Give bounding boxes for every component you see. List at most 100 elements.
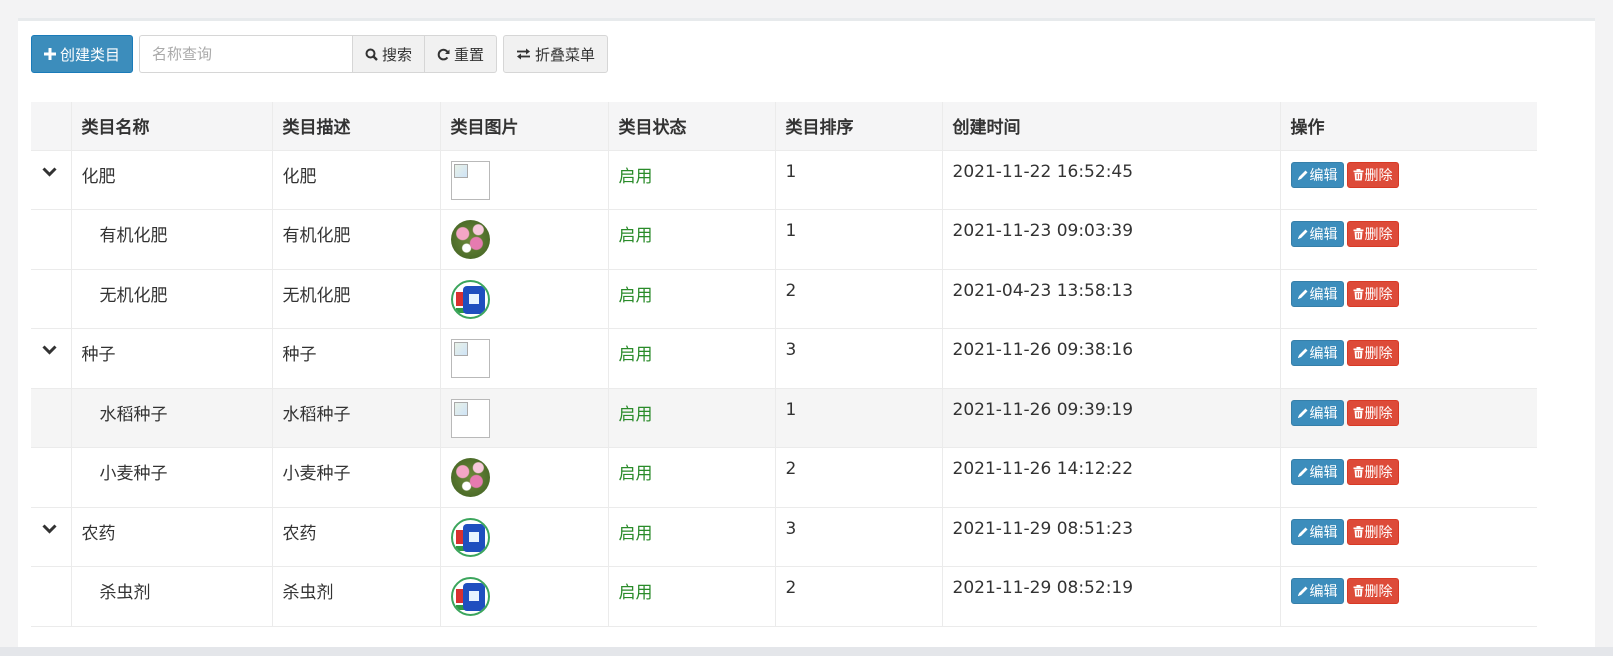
category-name: 农药	[81, 523, 116, 544]
delete-button[interactable]: 删除	[1346, 399, 1399, 426]
table-row[interactable]: 杀虫剂 杀虫剂 启用 2 2021-11-29 08:52:19 编辑 删除	[31, 566, 1537, 627]
search-button[interactable]: 搜索	[352, 35, 426, 73]
edit-button[interactable]: 编辑	[1290, 221, 1344, 247]
status-badge: 启用	[618, 285, 653, 306]
broken-image-icon[interactable]	[450, 339, 490, 378]
cell-description: 化肥	[272, 150, 441, 210]
category-image-product[interactable]	[450, 577, 490, 616]
expand-cell	[31, 566, 72, 627]
create-category-button[interactable]: 创建类目	[31, 35, 134, 73]
search-icon	[365, 48, 378, 61]
broken-image-icon[interactable]	[450, 398, 490, 438]
delete-button[interactable]: 删除	[1346, 578, 1399, 604]
trash-icon	[1353, 168, 1363, 180]
cell-sort: 2	[775, 566, 943, 627]
delete-button[interactable]: 删除	[1346, 161, 1399, 188]
table-row[interactable]: 化肥 化肥 启用 1 2021-11-22 16:52:45 编辑 删除	[31, 150, 1537, 210]
category-image-flower[interactable]	[450, 220, 490, 259]
edit-label: 编辑	[1309, 405, 1338, 422]
status-badge: 启用	[618, 226, 653, 246]
category-image-flower[interactable]	[450, 458, 490, 497]
pencil-icon	[1297, 348, 1307, 358]
chevron-down-icon[interactable]	[42, 519, 57, 539]
expand-cell[interactable]	[31, 507, 72, 567]
trash-icon	[1353, 287, 1363, 299]
expand-cell[interactable]	[31, 150, 72, 210]
edit-label: 编辑	[1309, 465, 1338, 481]
toolbar: 创建类目 搜索 重置	[31, 35, 609, 73]
edit-button[interactable]: 编辑	[1290, 518, 1344, 545]
expand-cell[interactable]	[31, 328, 72, 389]
search-input[interactable]	[139, 35, 353, 73]
delete-label: 删除	[1364, 167, 1393, 184]
edit-button[interactable]: 编辑	[1290, 459, 1344, 485]
cell-created-time: 2021-11-26 09:39:19	[942, 388, 1281, 448]
trash-icon	[1353, 406, 1363, 418]
cell-name: 杀虫剂	[71, 566, 273, 627]
edit-button[interactable]: 编辑	[1290, 340, 1344, 366]
table-row[interactable]: 有机化肥 有机化肥 启用 1 2021-11-23 09:03:39 编辑 删除	[31, 209, 1537, 270]
reset-label: 重置	[454, 45, 485, 64]
table-row[interactable]: 农药 农药 启用 3 2021-11-29 08:51:23 编辑 删除	[31, 507, 1537, 567]
edit-button[interactable]: 编辑	[1290, 578, 1344, 604]
cell-image	[440, 328, 609, 389]
column-header-image[interactable]: 类目图片	[440, 102, 609, 151]
status-badge: 启用	[618, 166, 653, 187]
table-row[interactable]: 小麦种子 小麦种子 启用 2 2021-11-26 14:12:22 编辑 删除	[31, 447, 1537, 508]
broken-image-icon[interactable]	[450, 160, 490, 200]
pencil-icon	[1297, 586, 1307, 596]
delete-button[interactable]: 删除	[1346, 340, 1399, 366]
pencil-icon	[1297, 408, 1307, 418]
table-row[interactable]: 种子 种子 启用 3 2021-11-26 09:38:16 编辑 删除	[31, 328, 1537, 389]
cell-sort: 2	[775, 447, 943, 508]
search-group: 搜索 重置	[139, 35, 498, 73]
cell-sort: 3	[775, 328, 943, 389]
status-badge: 启用	[618, 464, 653, 484]
delete-button[interactable]: 删除	[1346, 280, 1399, 307]
category-image-product[interactable]	[450, 517, 490, 557]
fold-menu-label: 折叠菜单	[535, 45, 596, 64]
expand-cell	[31, 447, 72, 508]
cell-sort: 1	[775, 150, 943, 210]
cell-status: 启用	[608, 507, 776, 567]
column-header-status[interactable]: 类目状态	[608, 102, 776, 151]
chevron-down-icon[interactable]	[42, 162, 57, 182]
status-badge: 启用	[618, 523, 653, 544]
edit-label: 编辑	[1309, 286, 1338, 303]
cell-actions: 编辑 删除	[1280, 150, 1537, 210]
edit-button[interactable]: 编辑	[1290, 280, 1344, 307]
delete-button[interactable]: 删除	[1346, 221, 1399, 247]
trash-icon	[1353, 525, 1363, 537]
delete-button[interactable]: 删除	[1346, 459, 1399, 485]
column-header-name[interactable]: 类目名称	[71, 102, 273, 151]
cell-created-time: 2021-11-29 08:51:23	[942, 507, 1281, 567]
edit-button[interactable]: 编辑	[1290, 161, 1344, 188]
cell-image	[440, 507, 609, 567]
cell-status: 启用	[608, 209, 776, 270]
column-header-description[interactable]: 类目描述	[272, 102, 441, 151]
exchange-icon	[517, 48, 531, 60]
chevron-down-icon[interactable]	[42, 340, 57, 360]
category-name: 无机化肥	[99, 285, 168, 306]
delete-label: 删除	[1364, 405, 1393, 422]
cell-description: 水稻种子	[272, 388, 441, 448]
delete-label: 删除	[1364, 524, 1393, 541]
delete-button[interactable]: 删除	[1346, 518, 1399, 545]
cell-status: 启用	[608, 566, 776, 627]
cell-name: 有机化肥	[71, 209, 273, 270]
column-header-sort[interactable]: 类目排序	[775, 102, 943, 151]
table-row[interactable]: 无机化肥 无机化肥 启用 2 2021-04-23 13:58:13 编辑 删除	[31, 269, 1537, 329]
category-image-product[interactable]	[450, 279, 490, 319]
table-row[interactable]: 水稻种子 水稻种子 启用 1 2021-11-26 09:39:19 编辑 删除	[31, 388, 1537, 448]
cell-description: 农药	[272, 507, 441, 567]
cell-name: 化肥	[71, 150, 273, 210]
category-table: 类目名称 类目描述 类目图片 类目状态 类目排序 创建时间 操作 化肥 化肥 启用 1…	[31, 102, 1537, 627]
reset-button[interactable]: 重置	[425, 35, 498, 73]
edit-button[interactable]: 编辑	[1290, 399, 1344, 426]
fold-menu-button[interactable]: 折叠菜单	[503, 35, 609, 73]
cell-actions: 编辑 删除	[1280, 566, 1537, 627]
cell-created-time: 2021-11-26 09:38:16	[942, 328, 1281, 389]
cell-created-time: 2021-11-23 09:03:39	[942, 209, 1281, 270]
delete-label: 删除	[1364, 227, 1393, 243]
column-header-created-time[interactable]: 创建时间	[942, 102, 1281, 151]
